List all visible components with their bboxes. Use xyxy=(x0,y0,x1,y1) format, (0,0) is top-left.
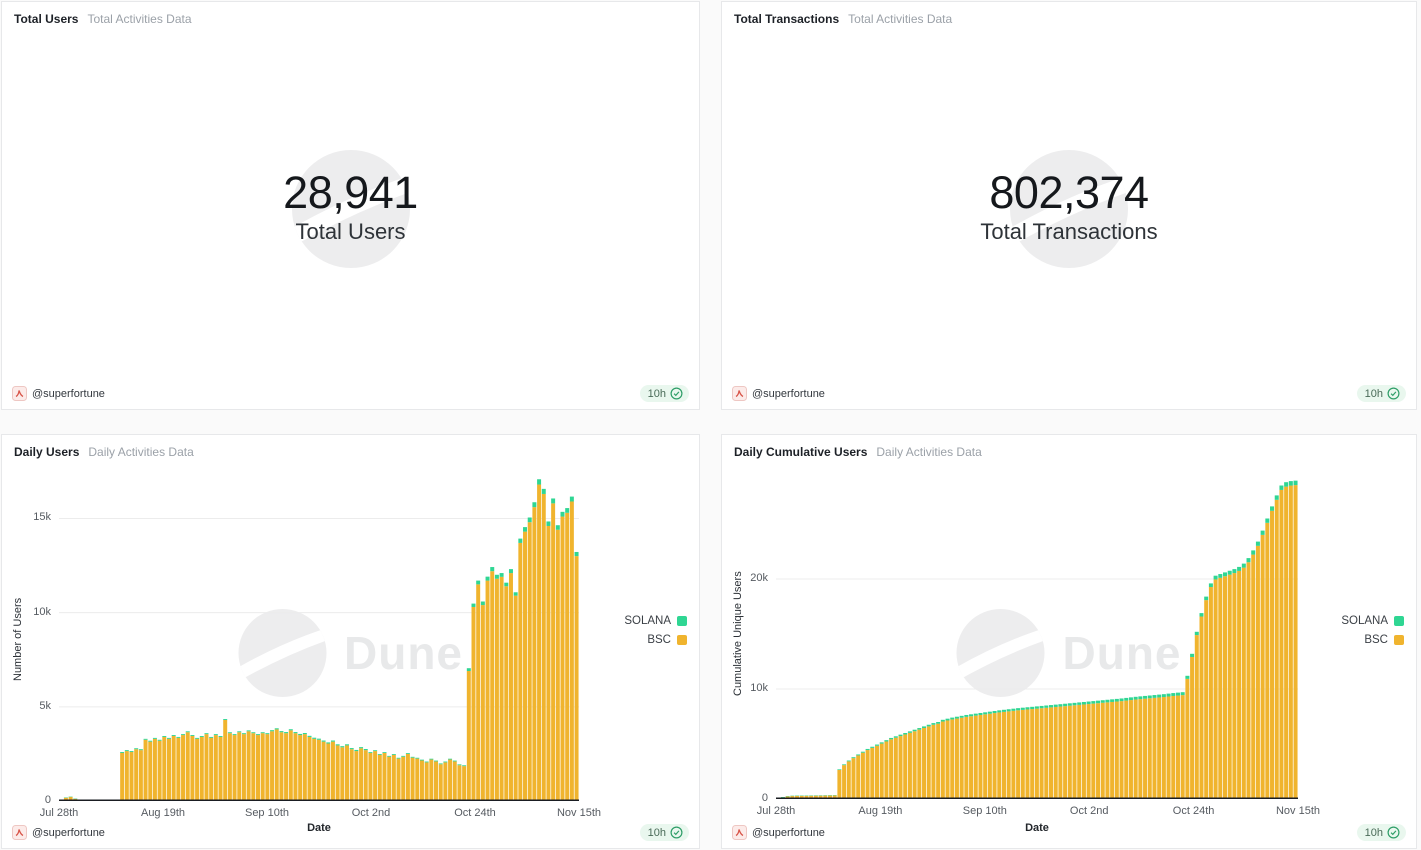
refresh-time: 10h xyxy=(648,388,666,400)
bar-chart-svg xyxy=(59,477,579,801)
author-handle: @superfortune xyxy=(752,827,825,839)
author-link[interactable]: @superfortune xyxy=(12,386,105,401)
author-handle: @superfortune xyxy=(32,388,105,400)
x-tick: Oct 2nd xyxy=(1070,805,1109,817)
author-avatar-icon xyxy=(732,825,747,840)
x-tick: Sep 10th xyxy=(963,805,1007,817)
panel-subtitle: Daily Activities Data xyxy=(88,445,193,459)
legend-label: BSC xyxy=(1364,634,1388,646)
author-link[interactable]: @superfortune xyxy=(732,825,825,840)
bar-chart-svg xyxy=(776,469,1298,799)
refresh-time: 10h xyxy=(648,827,666,839)
daily-users-plot[interactable] xyxy=(59,477,579,801)
x-tick: Oct 24th xyxy=(1173,805,1215,817)
chart-area: Dune Cumulative Unique Users Date SOLANA… xyxy=(722,435,1416,848)
panel-title[interactable]: Daily Cumulative Users xyxy=(734,445,867,459)
panel-total-users: Total Users Total Activities Data 28,941… xyxy=(1,1,700,410)
check-circle-icon xyxy=(1387,387,1400,400)
author-handle: @superfortune xyxy=(32,827,105,839)
author-avatar-icon xyxy=(12,825,27,840)
x-tick: Sep 10th xyxy=(245,807,289,819)
check-circle-icon xyxy=(670,387,683,400)
refresh-badge[interactable]: 10h xyxy=(1357,385,1406,402)
y-tick: 10k xyxy=(33,606,51,618)
panel-total-transactions: Total Transactions Total Activities Data… xyxy=(721,1,1417,410)
panel-header: Total Transactions Total Activities Data xyxy=(722,2,1416,26)
x-tick: Jul 28th xyxy=(757,805,796,817)
x-tick: Aug 19th xyxy=(141,807,185,819)
author-link[interactable]: @superfortune xyxy=(12,825,105,840)
dune-dashboard: { "watermark": { "text": "Dune" }, "foot… xyxy=(0,0,1421,850)
legend-item-solana[interactable]: SOLANA xyxy=(1341,615,1404,627)
legend-label: BSC xyxy=(647,634,671,646)
panel-header: Total Users Total Activities Data xyxy=(2,2,699,26)
panel-header: Daily Cumulative Users Daily Activities … xyxy=(722,435,1416,459)
panel-daily-users: Daily Users Daily Activities Data Dune N… xyxy=(1,434,700,849)
refresh-time: 10h xyxy=(1365,827,1383,839)
refresh-badge[interactable]: 10h xyxy=(640,385,689,402)
panel-footer: @superfortune 10h xyxy=(732,824,1406,841)
y-tick: 5k xyxy=(39,700,51,712)
panel-daily-cumulative-users: Daily Cumulative Users Daily Activities … xyxy=(721,434,1417,849)
chart-area: Dune Number of Users Date SOLANABSC 05k1… xyxy=(2,435,699,848)
chart-legend: SOLANA BSC xyxy=(624,615,687,646)
x-tick: Aug 19th xyxy=(858,805,902,817)
y-tick: 20k xyxy=(750,572,768,584)
x-tick: Jul 28th xyxy=(40,807,79,819)
panel-title[interactable]: Daily Users xyxy=(14,445,79,459)
refresh-badge[interactable]: 10h xyxy=(640,824,689,841)
panel-header: Daily Users Daily Activities Data xyxy=(2,435,699,459)
legend-label: SOLANA xyxy=(624,615,671,627)
legend-label: SOLANA xyxy=(1341,615,1388,627)
legend-swatch-bsc xyxy=(677,635,687,645)
counter-value: 28,941 xyxy=(2,170,699,215)
panel-footer: @superfortune 10h xyxy=(732,385,1406,402)
legend-item-bsc[interactable]: BSC xyxy=(1364,634,1404,646)
author-handle: @superfortune xyxy=(752,388,825,400)
x-tick: Oct 24th xyxy=(454,807,496,819)
panel-title[interactable]: Total Users xyxy=(14,12,78,26)
author-avatar-icon xyxy=(732,386,747,401)
legend-item-bsc[interactable]: BSC xyxy=(647,634,687,646)
x-tick: Nov 15th xyxy=(557,807,601,819)
panel-footer: @superfortune 10h xyxy=(12,824,689,841)
check-circle-icon xyxy=(670,826,683,839)
refresh-time: 10h xyxy=(1365,388,1383,400)
x-tick: Oct 2nd xyxy=(352,807,391,819)
y-axis-label: Cumulative Unique Users xyxy=(732,469,744,799)
legend-swatch-bsc xyxy=(1394,635,1404,645)
panel-subtitle: Total Activities Data xyxy=(87,12,191,26)
y-tick: 0 xyxy=(762,792,768,804)
counter-label: Total Users xyxy=(2,219,699,245)
y-tick: 15k xyxy=(33,511,51,523)
legend-swatch-solana xyxy=(1394,616,1404,626)
counter-value: 802,374 xyxy=(722,170,1416,215)
check-circle-icon xyxy=(1387,826,1400,839)
legend-swatch-solana xyxy=(677,616,687,626)
author-link[interactable]: @superfortune xyxy=(732,386,825,401)
counter: 802,374 Total Transactions xyxy=(722,170,1416,245)
panel-title[interactable]: Total Transactions xyxy=(734,12,839,26)
counter-label: Total Transactions xyxy=(722,219,1416,245)
daily-cumulative-users-plot[interactable] xyxy=(776,469,1298,799)
chart-legend: SOLANA BSC xyxy=(1341,615,1404,646)
panel-subtitle: Daily Activities Data xyxy=(876,445,981,459)
y-tick: 10k xyxy=(750,682,768,694)
panel-footer: @superfortune 10h xyxy=(12,385,689,402)
legend-item-solana[interactable]: SOLANA xyxy=(624,615,687,627)
panel-subtitle: Total Activities Data xyxy=(848,12,952,26)
x-tick: Nov 15th xyxy=(1276,805,1320,817)
y-axis-label: Number of Users xyxy=(12,477,24,801)
counter: 28,941 Total Users xyxy=(2,170,699,245)
author-avatar-icon xyxy=(12,386,27,401)
refresh-badge[interactable]: 10h xyxy=(1357,824,1406,841)
y-tick: 0 xyxy=(45,794,51,806)
